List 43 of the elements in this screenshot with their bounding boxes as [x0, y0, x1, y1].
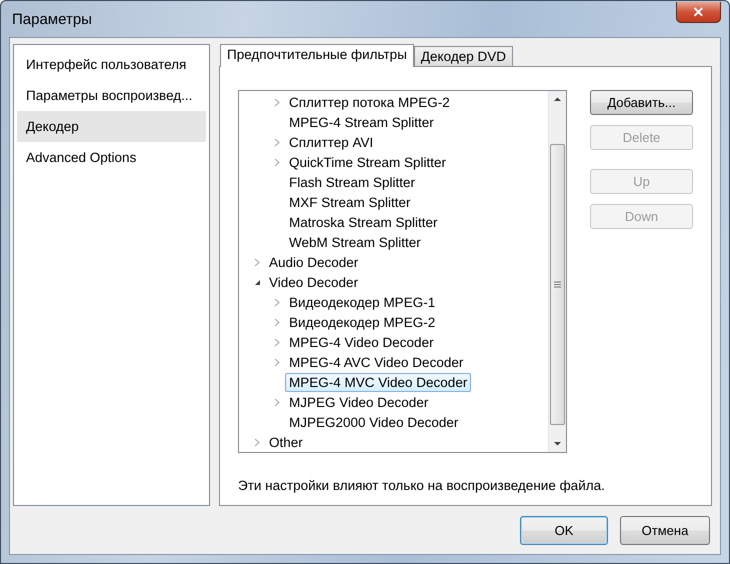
tree-item[interactable]: MPEG-4 Stream Splitter — [285, 112, 438, 132]
list-button[interactable]: Добавить... — [590, 90, 693, 115]
close-button[interactable]: ✕ — [676, 2, 721, 22]
dialog-button[interactable]: Отмена — [620, 516, 710, 545]
tree-item[interactable]: Сплиттер потока MPEG-2 — [285, 92, 454, 112]
chevron-right-icon[interactable] — [274, 98, 280, 106]
tree-item[interactable]: Видеодекодер MPEG-2 — [285, 312, 440, 332]
tree-item[interactable]: MXF Stream Splitter — [285, 192, 415, 212]
tab[interactable]: Декодер DVD — [414, 46, 513, 66]
tree-item[interactable]: MPEG-4 AVC Video Decoder — [285, 352, 468, 372]
tree-item[interactable]: MJPEG Video Decoder — [285, 392, 432, 412]
chevron-right-icon[interactable] — [254, 258, 260, 266]
scroll-thumb[interactable] — [550, 144, 565, 425]
tab[interactable]: Предпочтительные фильтры — [220, 44, 414, 67]
note-text: Эти настройки влияют только на воспроизведение файла. — [238, 478, 606, 493]
chevron-right-icon[interactable] — [274, 158, 280, 166]
tree-item[interactable]: MPEG-4 Video Decoder — [285, 332, 438, 352]
tree-item[interactable]: Audio Decoder — [265, 252, 362, 272]
chevron-right-icon[interactable] — [274, 358, 280, 366]
sidebar-item[interactable]: Интерфейс пользователя — [17, 49, 206, 80]
scrollbar[interactable] — [548, 91, 566, 452]
tree-item[interactable]: MPEG-4 MVC Video Decoder — [285, 372, 472, 392]
sidebar-item[interactable]: Декодер — [17, 111, 206, 142]
tree-item[interactable]: Flash Stream Splitter — [285, 172, 420, 192]
window-title: Параметры — [11, 10, 92, 28]
chevron-right-icon[interactable] — [274, 298, 280, 306]
tree-item[interactable]: Matroska Stream Splitter — [285, 212, 442, 232]
chevron-right-icon[interactable] — [274, 338, 280, 346]
chevron-right-icon[interactable] — [254, 438, 260, 446]
chevron-right-icon[interactable] — [274, 318, 280, 326]
sidebar-item[interactable]: Advanced Options — [17, 142, 206, 173]
chevron-right-icon[interactable] — [274, 138, 280, 146]
sidebar-item[interactable]: Параметры воспроизвед... — [17, 80, 206, 111]
chevron-right-icon[interactable] — [274, 398, 280, 406]
tree-item[interactable]: Сплиттер AVI — [285, 132, 378, 152]
tree-item[interactable]: Other — [265, 432, 307, 452]
tree-item[interactable]: MJPEG2000 Video Decoder — [285, 412, 462, 432]
tree-item[interactable]: Video Decoder — [265, 272, 362, 292]
dialog-button[interactable]: OK — [520, 516, 608, 545]
tree-item[interactable]: WebM Stream Splitter — [285, 232, 425, 252]
triangle-down-icon[interactable] — [254, 278, 260, 286]
tree-item[interactable]: QuickTime Stream Splitter — [285, 152, 450, 172]
tree-item[interactable]: Видеодекодер MPEG-1 — [285, 292, 440, 312]
